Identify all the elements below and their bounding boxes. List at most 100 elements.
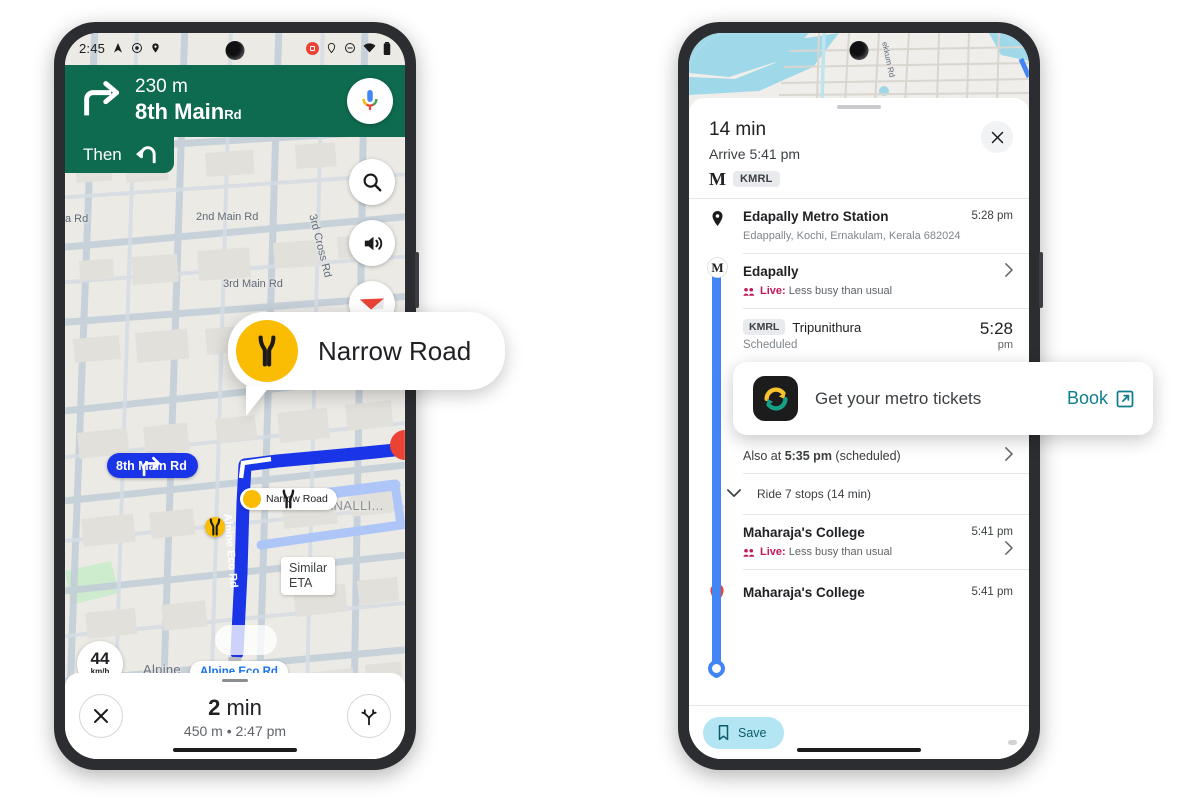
transit-trip-row[interactable]: KMRL Tripunithura Scheduled 5:28 pm (689, 309, 1029, 360)
narrow-road-icon (243, 489, 295, 509)
transit-departure-time: 5:28 (979, 319, 1013, 338)
narrow-road-marker[interactable] (205, 517, 225, 537)
narrow-road-callout[interactable]: Narrow Road (228, 312, 506, 416)
trip-bottom-sheet: 2 min 450 m • 2:47 pm (65, 673, 405, 759)
trip-eta-unit: min (226, 695, 262, 720)
status-bar-left: 2:45 (79, 41, 161, 56)
also-at-suffix: (scheduled) (831, 448, 901, 463)
ticket-app-glyph (763, 386, 788, 411)
narrow-road-callout-label: Narrow Road (318, 335, 472, 366)
step-origin-content: Edapally Metro Station Edappally, Kochi,… (743, 208, 963, 244)
trip-duration: 14 min (709, 119, 767, 140)
step-origin-station[interactable]: Edapally Metro Station Edappally, Kochi,… (689, 199, 1029, 253)
voice-search-button[interactable] (347, 78, 393, 124)
step-board-content: Edapally Live: Less busy than usual (743, 263, 996, 299)
map-search-button[interactable] (349, 159, 395, 205)
maneuver-pill: 8th Main Rd (107, 453, 198, 478)
step-arrival-right: 5:41 pm (971, 524, 1013, 560)
step-origin-time: 5:28 pm (971, 210, 1013, 222)
step-destination-title: Maharaja's College (743, 585, 865, 600)
book-label: Book (1066, 388, 1108, 408)
narrow-road-glyph (209, 518, 221, 536)
status-bar-right (306, 41, 391, 55)
step-arrival-time: 5:41 pm (971, 526, 1013, 538)
speed-value: 44 (90, 649, 110, 668)
end-navigation-button[interactable] (79, 694, 123, 738)
navigation-street-suffix: Rd (224, 106, 242, 122)
alternate-routes-button[interactable] (347, 694, 391, 738)
transit-trip-head: KMRL Tripunithura (743, 319, 980, 335)
live-label: Live: (760, 546, 786, 558)
navigation-street: 8th MainRd (135, 98, 242, 128)
battery-icon (383, 41, 391, 55)
sheet-grabber[interactable] (222, 679, 248, 682)
route-line (712, 273, 721, 678)
transit-departure-meridiem: pm (997, 339, 1013, 351)
transit-destination: Tripunithura (792, 319, 862, 335)
turn-right-small-icon (142, 456, 161, 477)
camera-punch-hole (225, 41, 245, 60)
trip-eta: 2 min (123, 695, 347, 721)
trip-details: 450 m • 2:47 pm (183, 723, 287, 739)
step-board-title: Edapally (743, 264, 799, 279)
save-button[interactable]: Save (703, 716, 784, 749)
ticket-app-icon (753, 376, 798, 421)
chevron-right-icon[interactable] (996, 447, 1013, 464)
close-icon (94, 709, 108, 723)
navigation-distance: 230 m (135, 75, 188, 97)
trip-summary: 2 min 450 m • 2:47 pm (123, 695, 347, 741)
metro-m-icon: M (709, 169, 726, 189)
step-board-station[interactable]: Edapally Live: Less busy than usual (689, 254, 1029, 308)
navigation-banner: 230 m 8th MainRd (65, 65, 405, 137)
similar-eta-note: Similar ETA (281, 557, 336, 595)
transit-status: Scheduled (743, 339, 798, 351)
also-at-prefix: Also at (743, 448, 785, 463)
turn-right-icon (81, 79, 127, 124)
location-icon (327, 42, 336, 54)
live-crowding-row: Live: Less busy than usual (743, 284, 996, 299)
navigation-arrow-icon (114, 43, 123, 53)
map-sound-button[interactable] (349, 220, 395, 266)
book-action[interactable]: Book (1067, 388, 1135, 409)
navigation-street-name: 8th Main (135, 98, 225, 124)
then-maneuver-chip: Then (65, 137, 174, 173)
also-at-time: 5:35 pm (784, 448, 832, 463)
open-in-new-icon (1116, 390, 1134, 407)
live-crowding-text: Live: Less busy than usual (760, 545, 892, 560)
search-icon (363, 173, 382, 192)
save-label: Save (738, 725, 767, 740)
step-destination-time: 5:41 pm (971, 586, 1013, 598)
chevron-right-icon[interactable] (996, 263, 1013, 299)
ride-stops-row[interactable]: Ride 7 stops (14 min) (689, 474, 1029, 514)
screen-record-icon (306, 41, 319, 55)
map-street-label: 3rd Main Rd (223, 278, 283, 290)
wifi-icon (363, 43, 376, 53)
phone-left-screen: 2nd Main Rd 3rd Main Rd 3rd Cross Rd a R… (65, 33, 405, 759)
transit-line-badge: KMRL (743, 319, 786, 335)
narrow-road-map-pill[interactable]: Narrow Road (240, 488, 337, 510)
step-arrival-station[interactable]: Maharaja's College Live: Less busy than … (689, 515, 1029, 569)
people-icon (743, 548, 755, 557)
then-label: Then (83, 145, 122, 164)
live-crowding-text: Live: Less busy than usual (760, 284, 892, 299)
narrow-road-icon (236, 320, 298, 382)
alternate-routes-icon (361, 709, 377, 726)
close-icon (991, 131, 1003, 143)
close-directions-button[interactable] (981, 121, 1013, 153)
live-crowding-row: Live: Less busy than usual (743, 545, 971, 560)
transit-departure: 5:28 pm (980, 319, 1013, 352)
trip-eta-value: 2 (208, 695, 221, 720)
step-arrival-title: Maharaja's College (743, 525, 865, 540)
also-at-row[interactable]: Also at 5:35 pm (scheduled) (689, 438, 1029, 473)
step-arrival-content: Maharaja's College Live: Less busy than … (743, 524, 971, 560)
chevron-down-icon[interactable] (727, 485, 741, 503)
map-pin-icon (152, 43, 159, 53)
people-icon (743, 287, 755, 296)
step-origin-title: Edapally Metro Station (743, 209, 889, 224)
map-pin-icon (707, 210, 727, 227)
scroll-hint-dot (1008, 740, 1017, 745)
metro-tickets-text: Get your metro tickets (815, 388, 982, 408)
step-destination[interactable]: Maharaja's College 5:41 pm (689, 570, 1029, 611)
chevron-right-icon[interactable] (1004, 541, 1013, 558)
metro-tickets-card[interactable]: Get your metro tickets Book (733, 362, 1153, 435)
